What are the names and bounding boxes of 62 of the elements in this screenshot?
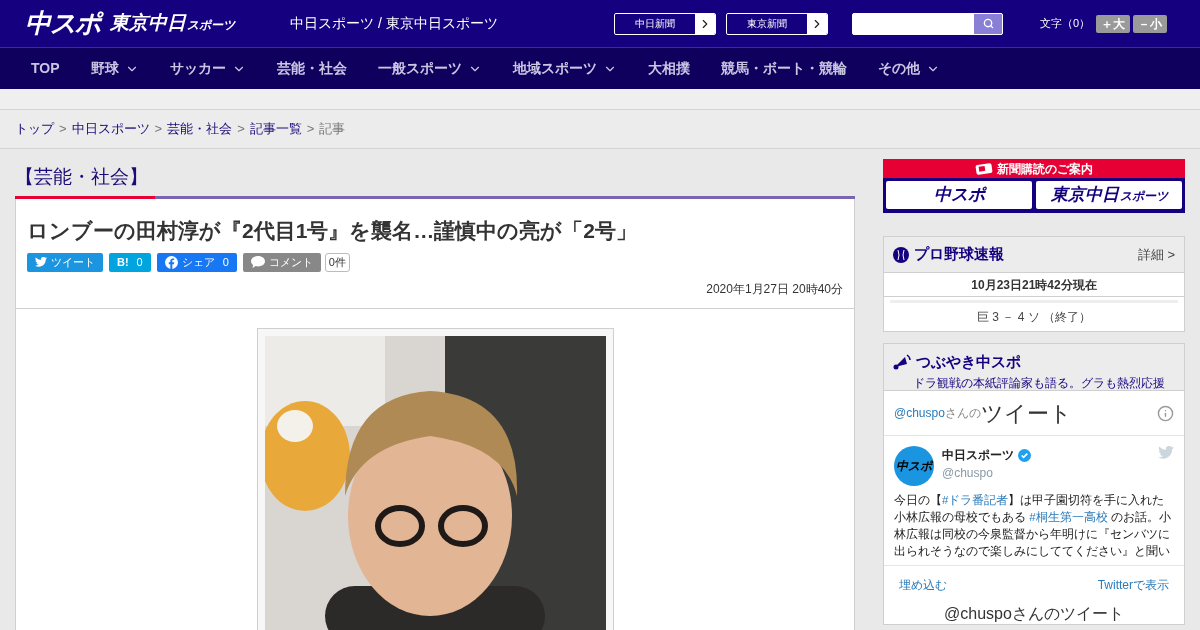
account-name[interactable]: 中日スポーツ <box>942 446 1014 464</box>
banner-title: 新聞購読のご案内 <box>997 160 1093 178</box>
heading-suffix: さんの <box>944 405 981 420</box>
facebook-icon <box>164 255 178 269</box>
breadcrumb-current: 記事 <box>319 120 346 139</box>
tweet-footer-link[interactable]: 埋め込む <box>899 576 947 594</box>
site-logo[interactable]: 中スポ <box>25 4 110 43</box>
breadcrumb-link[interactable]: 中日スポーツ <box>71 119 150 139</box>
panel-title: プロ野球速報 <box>914 244 1004 265</box>
newspaper-link[interactable]: 東京新聞 <box>726 12 828 35</box>
category-heading: 【芸能・社会】 <box>15 165 149 190</box>
nav-item[interactable]: 大相撲 <box>647 58 690 79</box>
breadcrumb-separator: > <box>237 120 245 139</box>
nav-item[interactable]: TOP <box>31 58 60 79</box>
breadcrumb-separator: > <box>59 120 67 139</box>
baseball-icon <box>893 246 909 263</box>
logo: 東京中日スポーツ <box>110 11 237 36</box>
update-time: 10月23日21時42分現在 <box>884 273 1184 297</box>
nav-item[interactable]: 競馬・ボート・競輪 <box>720 58 847 79</box>
panel-subtitle: ドラ観戦の本紙評論家も語る。グラも熱烈応援 <box>912 374 1166 392</box>
breadcrumb-link[interactable]: 記事一覧 <box>249 119 302 139</box>
share-button[interactable]: コメント <box>242 252 321 272</box>
breadcrumb-separator: > <box>306 120 315 139</box>
timeline-heading: @chuspoさんのツイート <box>943 604 1125 624</box>
search-icon <box>982 18 994 29</box>
article-date: 2020年1月27日 20時40分 <box>705 280 843 298</box>
newspaper-link[interactable]: 中日新聞 <box>614 12 716 35</box>
site-title: 中日スポーツ / 東京中日スポーツ <box>290 14 499 33</box>
hashtag-link[interactable]: #桐生第一高校 <box>1029 511 1108 523</box>
game-score[interactable]: 巨 3 － 4 ソ （終了） <box>884 303 1184 331</box>
nav-item[interactable]: その他 <box>877 58 940 79</box>
nav-item[interactable]: 一般スポーツ <box>377 58 482 79</box>
breadcrumb-separator: > <box>154 120 163 139</box>
info-icon[interactable] <box>1157 404 1174 422</box>
search-button[interactable] <box>974 13 1002 34</box>
breadcrumb-link[interactable]: トップ <box>15 119 54 139</box>
nav-item[interactable]: サッカー <box>169 58 246 79</box>
avatar-logo: 中スポ <box>896 460 932 472</box>
comment-count: 0件 <box>324 252 350 272</box>
logo: 中スポ <box>933 184 985 207</box>
nav-item[interactable]: 野球 <box>90 58 139 79</box>
avatar[interactable]: 中スポ <box>894 446 934 486</box>
search-field[interactable] <box>852 12 1003 35</box>
logo: 東京中日スポーツ <box>1050 184 1168 207</box>
article-title: ロンブーの田村淳が『2代目1号』を襲名…謹慎中の亮が「2号」 <box>27 218 639 244</box>
text-size-label: 文字（0） <box>1040 16 1091 32</box>
detail-link[interactable]: 詳細 > <box>1137 244 1175 265</box>
bird-icon <box>35 257 47 267</box>
share-button[interactable]: シェア 0 <box>156 252 237 272</box>
timeline-heading: ツイート <box>980 399 1072 428</box>
hashtag-link[interactable]: #ドラ番記者 <box>942 494 1009 506</box>
nav-item[interactable]: 地域スポーツ <box>512 58 617 79</box>
breadcrumb-link[interactable]: 芸能・社会 <box>167 119 233 139</box>
profile-link[interactable]: @chuspo <box>894 404 945 422</box>
subscription-banner[interactable]: 新聞購読のご案内 中スポ 東京中日スポーツ <box>883 159 1185 213</box>
panel-title: つぶやき中スポ <box>916 352 1021 372</box>
tweet-footer-link[interactable]: Twitterで表示 <box>1097 576 1169 594</box>
speech-bubble-icon <box>250 256 265 268</box>
tweet-text: 今日の【#ドラ番記者】は甲子園切符を手に入れた小林広報の母校でもある #桐生第一高校 のお話。小林広報は同校の今泉監督から年明けに『センバツに出られそうなので楽しみにしててください』と聞い <box>894 493 1172 560</box>
nav-item[interactable]: 芸能・社会 <box>276 58 347 79</box>
megaphone-icon <box>893 354 911 371</box>
newspaper-icon <box>975 162 993 175</box>
